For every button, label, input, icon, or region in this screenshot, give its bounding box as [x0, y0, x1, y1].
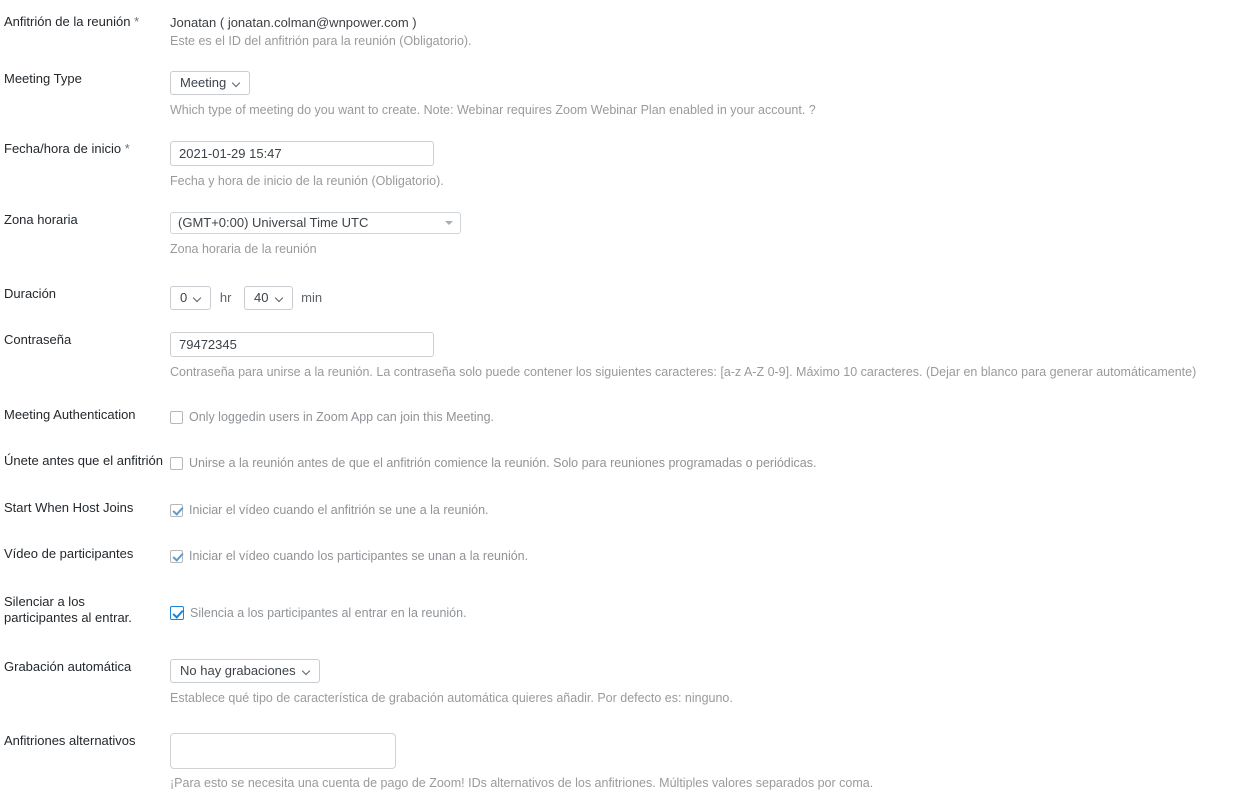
field-timezone: (GMT+0:00) Universal Time UTC Zona horar…	[165, 212, 1239, 258]
meeting-type-select[interactable]: Meeting	[170, 71, 251, 95]
label-meeting-type-text: Meeting Type	[4, 71, 82, 86]
help-meeting-host: Este es el ID del anfitrión para la reun…	[170, 34, 472, 48]
mute-on-entry-checkbox[interactable]	[170, 606, 184, 620]
label-auto-recording-text: Grabación automática	[4, 659, 132, 674]
help-auto-recording: Establece qué tipo de característica de …	[170, 691, 733, 705]
field-alternative-hosts: ¡Para esto se necesita una cuenta de pag…	[165, 733, 1239, 792]
mute-on-entry-checkbox-row[interactable]: Silencia a los participantes al entrar e…	[170, 605, 1239, 621]
label-meeting-authentication: Meeting Authentication	[0, 407, 165, 423]
chevron-down-icon	[303, 667, 312, 676]
help-start-datetime: Fecha y hora de inicio de la reunión (Ob…	[170, 174, 444, 188]
form-row-mute-on-entry: Silenciar a los participantes al entrar.…	[0, 564, 1239, 626]
form-row-alternative-hosts: Anfitriones alternativos ¡Para esto se n…	[0, 707, 1239, 792]
label-participants-video-text: Vídeo de participantes	[4, 546, 134, 561]
participants-video-checkbox-row[interactable]: Iniciar el vídeo cuando los participante…	[170, 548, 1239, 564]
label-password: Contraseña	[0, 332, 165, 348]
join-before-host-checkbox[interactable]	[170, 456, 183, 470]
meeting-authentication-checkbox-label: Only loggedin users in Zoom App can join…	[189, 410, 495, 424]
meeting-type-selected-value: Meeting	[180, 75, 227, 90]
field-start-datetime: Fecha y hora de inicio de la reunión (Ob…	[165, 141, 1239, 190]
duration-hours-select[interactable]: 0	[170, 286, 212, 310]
duration-minutes-value: 40	[254, 290, 269, 305]
form-row-start-when-host-joins: Start When Host Joins Iniciar el vídeo c…	[0, 471, 1239, 518]
label-timezone-text: Zona horaria	[4, 212, 78, 227]
label-mute-on-entry-text: Silenciar a los participantes al entrar.	[4, 594, 132, 625]
duration-hours-unit: hr	[219, 290, 232, 305]
auto-recording-select[interactable]: No hay grabaciones	[170, 659, 320, 683]
label-start-datetime: Fecha/hora de inicio *	[0, 141, 165, 157]
participants-video-checkbox[interactable]	[170, 549, 183, 563]
label-start-when-host-joins-text: Start When Host Joins	[4, 500, 134, 515]
label-password-text: Contraseña	[4, 332, 72, 347]
required-asterisk: *	[121, 141, 130, 156]
meeting-authentication-checkbox[interactable]	[170, 410, 183, 424]
field-duration: 0 hr 40 min	[165, 286, 1239, 310]
help-timezone: Zona horaria de la reunión	[170, 242, 317, 256]
auto-recording-selected-value: No hay grabaciones	[180, 663, 296, 678]
password-input[interactable]	[170, 332, 434, 357]
label-participants-video: Vídeo de participantes	[0, 546, 165, 562]
caret-down-icon	[445, 221, 453, 225]
label-start-datetime-text: Fecha/hora de inicio	[4, 141, 122, 156]
field-join-before-host: Unirse a la reunión antes de que el anfi…	[165, 453, 1239, 471]
alternative-hosts-textarea[interactable]	[170, 733, 396, 769]
duration-hours-value: 0	[180, 290, 188, 305]
start-when-host-joins-checkbox-label: Iniciar el vídeo cuando el anfitrión se …	[189, 503, 489, 517]
label-meeting-authentication-text: Meeting Authentication	[4, 407, 136, 422]
label-auto-recording: Grabación automática	[0, 659, 165, 675]
meeting-authentication-checkbox-row[interactable]: Only loggedin users in Zoom App can join…	[170, 409, 1239, 425]
join-before-host-checkbox-row[interactable]: Unirse a la reunión antes de que el anfi…	[170, 455, 1239, 471]
meeting-host-value: Jonatan ( jonatan.colman@wnpower.com )	[170, 15, 417, 30]
field-participants-video: Iniciar el vídeo cuando los participante…	[165, 546, 1239, 564]
timezone-select[interactable]: (GMT+0:00) Universal Time UTC	[170, 212, 461, 234]
label-duration: Duración	[0, 286, 165, 302]
start-when-host-joins-checkbox[interactable]	[170, 503, 183, 517]
field-auto-recording: No hay grabaciones Establece qué tipo de…	[165, 659, 1239, 707]
form-row-duration: Duración 0 hr 40 min	[0, 258, 1239, 310]
label-meeting-host: Anfitrión de la reunión *	[0, 14, 165, 30]
chevron-down-icon	[233, 79, 242, 88]
join-before-host-checkbox-label: Unirse a la reunión antes de que el anfi…	[189, 456, 817, 470]
label-join-before-host-text: Únete antes que el anfitrión	[4, 453, 163, 468]
field-meeting-host: Jonatan ( jonatan.colman@wnpower.com ) E…	[165, 14, 1239, 50]
form-row-meeting-type: Meeting Type Meeting Which type of meeti…	[0, 50, 1239, 119]
form-row-password: Contraseña Contraseña para unirse a la r…	[0, 310, 1239, 381]
field-start-when-host-joins: Iniciar el vídeo cuando el anfitrión se …	[165, 500, 1239, 518]
help-password: Contraseña para unirse a la reunión. La …	[170, 365, 1197, 379]
duration-minutes-unit: min	[301, 290, 323, 305]
form-row-timezone: Zona horaria (GMT+0:00) Universal Time U…	[0, 190, 1239, 258]
field-password: Contraseña para unirse a la reunión. La …	[165, 332, 1239, 381]
timezone-selected-value: (GMT+0:00) Universal Time UTC	[178, 215, 369, 230]
help-alternative-hosts: ¡Para esto se necesita una cuenta de pag…	[170, 776, 874, 790]
label-alternative-hosts: Anfitriones alternativos	[0, 733, 165, 749]
form-row-meeting-authentication: Meeting Authentication Only loggedin use…	[0, 381, 1239, 425]
label-join-before-host: Únete antes que el anfitrión	[0, 453, 165, 469]
form-row-auto-recording: Grabación automática No hay grabaciones …	[0, 626, 1239, 707]
duration-minutes-select[interactable]: 40	[244, 286, 293, 310]
participants-video-checkbox-label: Iniciar el vídeo cuando los participante…	[189, 549, 529, 563]
form-row-participants-video: Vídeo de participantes Iniciar el vídeo …	[0, 518, 1239, 564]
label-meeting-type: Meeting Type	[0, 71, 165, 87]
chevron-down-icon	[276, 294, 285, 303]
label-alternative-hosts-text: Anfitriones alternativos	[4, 733, 136, 748]
required-asterisk: *	[130, 14, 140, 29]
label-start-when-host-joins: Start When Host Joins	[0, 500, 165, 516]
field-meeting-authentication: Only loggedin users in Zoom App can join…	[165, 407, 1239, 425]
label-timezone: Zona horaria	[0, 212, 165, 228]
start-when-host-joins-checkbox-row[interactable]: Iniciar el vídeo cuando el anfitrión se …	[170, 502, 1239, 518]
meeting-settings-form: Anfitrión de la reunión * Jonatan ( jona…	[0, 0, 1239, 792]
field-mute-on-entry: Silencia a los participantes al entrar e…	[165, 594, 1239, 621]
form-row-meeting-host: Anfitrión de la reunión * Jonatan ( jona…	[0, 0, 1239, 50]
form-row-join-before-host: Únete antes que el anfitrión Unirse a la…	[0, 425, 1239, 471]
label-duration-text: Duración	[4, 286, 57, 301]
form-row-start-datetime: Fecha/hora de inicio * Fecha y hora de i…	[0, 119, 1239, 190]
field-meeting-type: Meeting Which type of meeting do you wan…	[165, 71, 1239, 119]
chevron-down-icon	[194, 294, 203, 303]
mute-on-entry-checkbox-label: Silencia a los participantes al entrar e…	[190, 606, 467, 620]
start-datetime-input[interactable]	[170, 141, 434, 166]
help-meeting-type: Which type of meeting do you want to cre…	[170, 103, 816, 117]
label-meeting-host-text: Anfitrión de la reunión	[4, 14, 131, 29]
label-mute-on-entry: Silenciar a los participantes al entrar.	[0, 594, 165, 626]
